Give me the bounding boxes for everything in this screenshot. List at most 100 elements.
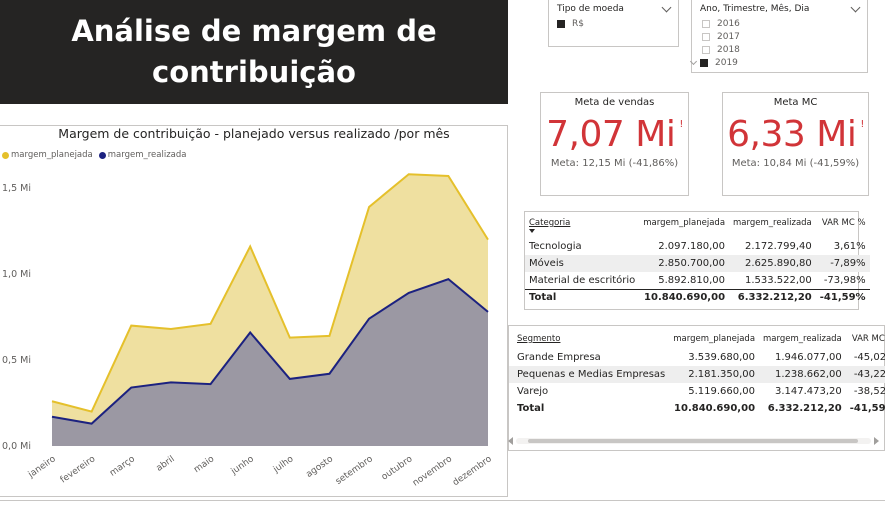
page-tabs-bar [0,500,885,508]
cell-planned: 5.892.810,00 [658,274,726,286]
column-header-planned[interactable]: margem_planejada [669,334,759,349]
cell-realized: 2.172.799,40 [744,241,812,252]
date-option-label: 2017 [717,31,740,42]
date-slicer-title: Ano, Trimestre, Mês, Dia [700,4,810,14]
dashboard-title: Análise de margem de contribuição [71,14,437,89]
sales-goal-target: Meta: 12,15 Mi (-41,86%) [550,158,679,169]
total-var: -41,59% [815,288,870,306]
total-label: Total [517,403,545,414]
x-tick-label: fevereiro [59,454,98,485]
date-option-label: 2016 [717,18,740,29]
date-option-2018[interactable]: 2018 [692,43,867,56]
currency-option-brl[interactable]: R$ [549,17,678,30]
mc-goal-card: Meta MC 6,33 Mi! Meta: 10,84 Mi (-41,59%… [722,92,869,196]
scrollbar-thumb[interactable] [528,439,858,443]
y-tick-label: 1,5 Mi [2,183,31,194]
dashboard-title-banner: Análise de margem de contribuição [0,0,508,104]
currency-option-label: R$ [572,18,584,29]
total-row: Total 10.840.690,00 6.332.212,20 -41,59% [509,400,885,417]
column-header-var[interactable]: VAR MC % [816,218,870,238]
warning-icon: ! [860,119,864,130]
chart-plot: 0,0 Mi 0,5 Mi 1,0 Mi 1,5 Mi janeiro fevereiro… [2,173,494,489]
column-header-planned[interactable]: margem_planejada [639,218,729,238]
cell-planned: 2.097.180,00 [658,241,726,252]
x-tick-label: março [108,454,137,479]
matrix-header-row: Categoria margem_planejada margem_realiz… [525,218,870,238]
scroll-right-icon[interactable] [874,437,879,445]
date-option-2016[interactable]: 2016 [692,17,867,30]
checkbox-icon[interactable] [702,32,710,41]
total-realized: 6.332.212,20 [767,403,842,414]
sort-descending-icon[interactable] [529,229,535,233]
x-tick-label: agosto [304,454,335,480]
mc-goal-value: 6,33 Mi! [723,115,868,155]
x-tick-label: abril [155,454,177,474]
currency-slicer-header[interactable]: Tipo de moeda [549,1,678,17]
x-tick-label: maio [192,454,216,475]
currency-slicer-title: Tipo de moeda [557,4,624,14]
chevron-down-icon[interactable] [850,2,861,12]
x-tick-label: janeiro [26,454,58,481]
expand-chevron-icon[interactable] [689,57,698,65]
date-option-2019[interactable]: 2019 [689,56,867,69]
checkbox-icon[interactable] [700,58,708,67]
x-tick-label: junho [229,454,257,477]
total-var: -41,59% [849,403,885,414]
mc-goal-card-title: Meta MC [773,97,818,108]
cell-planned: 5.119.660,00 [688,386,756,397]
date-hierarchy-slicer[interactable]: Ano, Trimestre, Mês, Dia 2016 2017 2018 … [689,0,868,73]
margin-area-chart[interactable]: Margem de contribuição - planejado versu… [0,125,508,497]
matrix-header-row: Segmento margem_planejada margem_realiza… [509,334,885,349]
column-header-realized[interactable]: margem_realizada [729,218,816,238]
column-header-segment[interactable]: Segmento [509,334,669,349]
column-header-var[interactable]: VAR MC % [846,334,885,349]
x-tick-label: julho [271,454,296,476]
row-label: Grande Empresa [517,352,601,363]
cell-var: 3,61% [833,241,866,252]
date-slicer-header[interactable]: Ano, Trimestre, Mês, Dia [692,1,867,17]
table-row[interactable]: Tecnologia 2.097.180,00 2.172.799,40 3,6… [525,238,870,255]
y-tick-label: 0,5 Mi [2,355,31,366]
checkbox-icon[interactable] [702,19,710,28]
currency-slicer[interactable]: Tipo de moeda R$ [548,0,679,47]
date-option-2017[interactable]: 2017 [692,30,867,43]
cell-realized: 1.533.522,00 [744,274,812,286]
total-row: Total 10.840.690,00 6.332.212,20 -41,59% [525,288,870,306]
segment-matrix: Segmento margem_planejada margem_realiza… [508,325,885,451]
column-header-category[interactable]: Categoria [525,218,639,238]
chevron-down-icon[interactable] [661,2,672,12]
table-row[interactable]: Material de escritório 5.892.810,00 1.53… [525,272,870,289]
y-tick-label: 0,0 Mi [2,441,31,452]
mc-goal-target: Meta: 10,84 Mi (-41,59%) [731,158,860,169]
total-planned: 10.840.690,00 [639,288,730,306]
x-tick-label: novembro [411,454,454,489]
table-row[interactable]: Móveis 2.850.700,00 2.625.890,80 -7,89% [525,255,870,272]
cell-realized: 1.946.077,00 [774,352,842,363]
cell-planned: 3.539.680,00 [688,352,756,363]
column-header-label: Categoria [529,218,571,228]
row-label: Pequenas e Medias Empresas [509,366,670,383]
cell-realized: 2.625.890,80 [729,255,816,272]
warning-icon: ! [679,119,683,130]
sales-goal-value: 7,07 Mi! [541,115,688,155]
horizontal-scrollbar[interactable] [508,437,879,445]
checkbox-icon[interactable] [557,19,565,28]
table-row[interactable]: Pequenas e Medias Empresas 2.181.350,00 … [509,366,885,383]
column-header-realized[interactable]: margem_realizada [759,334,846,349]
cell-realized: 1.238.662,00 [759,366,846,383]
cell-planned: 2.181.350,00 [669,366,760,383]
row-label: Tecnologia [529,241,582,252]
column-header-label: Segmento [517,334,561,344]
cell-var: -43,22% [845,366,885,383]
table-row[interactable]: Grande Empresa 3.539.680,00 1.946.077,00… [509,349,885,366]
scroll-left-icon[interactable] [508,437,513,445]
total-realized: 6.332.212,20 [729,288,816,306]
total-label: Total [525,288,640,306]
cell-var: -7,89% [815,255,870,272]
checkbox-icon[interactable] [702,45,710,54]
x-tick-label: outubro [380,454,415,483]
x-tick-label: setembro [334,454,375,487]
date-option-label: 2018 [717,44,740,55]
table-row[interactable]: Varejo 5.119.660,00 3.147.473,20 -38,52% [509,383,885,400]
sales-goal-card-title: Meta de vendas [574,97,655,108]
